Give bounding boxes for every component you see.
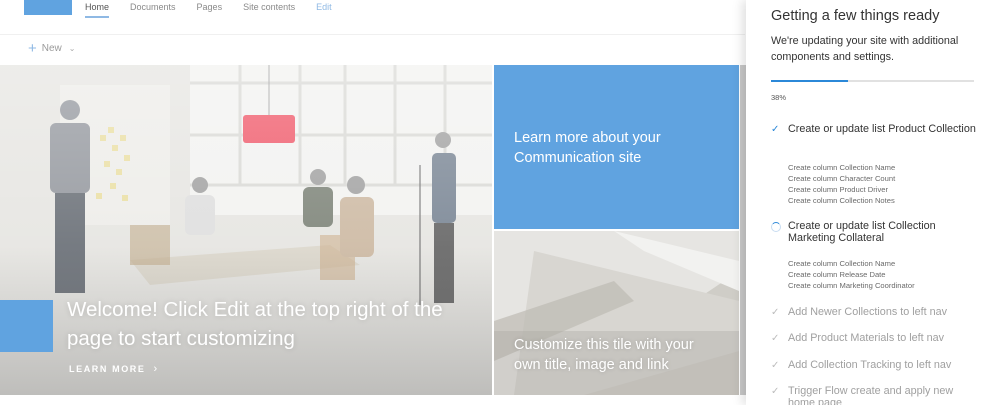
checkmark-icon: ✓	[771, 307, 780, 318]
subitem: Create column Release Date	[788, 270, 886, 279]
new-button-label: New	[41, 43, 62, 54]
checkmark-icon: ✓	[771, 124, 780, 135]
hero-tile[interactable]: Welcome! Click Edit at the top right of …	[0, 65, 492, 395]
nav-tab-documents[interactable]: Documents	[130, 0, 176, 20]
tile-customize[interactable]: Customize this tile with your own title,…	[494, 231, 739, 395]
progress-bar-fill	[771, 80, 849, 82]
step-label: Add Collection Tracking to left nav	[788, 359, 952, 371]
step-item: ✓ Trigger Flow create and apply new home…	[771, 385, 978, 405]
step-item: ✓ Add Collection Tracking to left nav	[771, 359, 978, 371]
step-label: Create or update list Collection Marketi…	[788, 220, 936, 244]
learn-more-link[interactable]: LEARN MORE ›	[69, 363, 159, 375]
step-subitems: Create column Collection Name Create col…	[788, 162, 895, 206]
plus-icon: +	[28, 39, 37, 57]
checkmark-icon: ✓	[771, 360, 780, 371]
subitem: Create column Collection Notes	[788, 196, 895, 205]
tile-text: Learn more about your Communication site	[514, 130, 661, 166]
chevron-right-icon: ›	[153, 363, 159, 375]
subitem: Create column Marketing Coordinator	[788, 281, 915, 290]
progress-percent: 38%	[771, 93, 787, 102]
tile-text: Customize this tile with your own title,…	[514, 337, 694, 373]
new-button[interactable]: + New ⌄	[28, 39, 76, 57]
checkmark-icon: ✓	[771, 386, 780, 397]
nav-tab-home[interactable]: Home	[85, 0, 110, 20]
step-subitems: Create column Collection Name Create col…	[788, 258, 915, 291]
subitem: Create column Collection Name	[788, 259, 896, 268]
progress-bar	[771, 80, 974, 82]
step-label: Add Newer Collections to left nav	[788, 306, 948, 318]
step-label: Trigger Flow create and apply new home p…	[788, 385, 954, 405]
top-navigation: Home Documents Pages Site contents Edit	[85, 0, 353, 20]
panel-subtitle: We're updating your site with additional…	[771, 35, 959, 63]
tile-communication-site[interactable]: Learn more about your Communication site	[494, 65, 739, 229]
step-item: ✓ Add Product Materials to left nav	[771, 332, 978, 344]
setup-progress-panel: Getting a few things ready We're updatin…	[746, 0, 998, 405]
chevron-down-icon: ⌄	[68, 44, 76, 53]
learn-more-label: LEARN MORE	[69, 364, 146, 374]
header-divider	[0, 34, 745, 35]
step-item: Create or update list Collection Marketi…	[771, 220, 978, 244]
hero-accent-block	[0, 300, 53, 352]
step-label: Create or update list Product Collection	[788, 123, 976, 135]
step-item: ✓ Create or update list Product Collecti…	[771, 123, 978, 135]
step-item: ✓ Add Newer Collections to left nav	[771, 306, 978, 318]
panel-title: Getting a few things ready	[771, 8, 940, 24]
subitem: Create column Character Count	[788, 174, 896, 183]
nav-tab-site-contents[interactable]: Site contents	[243, 0, 295, 20]
spinner-icon	[771, 222, 781, 232]
hero-title: Welcome! Click Edit at the top right of …	[67, 298, 443, 350]
checkmark-icon: ✓	[771, 333, 780, 344]
nav-tab-pages[interactable]: Pages	[197, 0, 223, 20]
site-logo[interactable]	[24, 0, 72, 15]
subitem: Create column Collection Name	[788, 163, 896, 172]
subitem: Create column Product Driver	[788, 185, 889, 194]
nav-edit-link[interactable]: Edit	[316, 0, 332, 20]
step-label: Add Product Materials to left nav	[788, 332, 945, 344]
